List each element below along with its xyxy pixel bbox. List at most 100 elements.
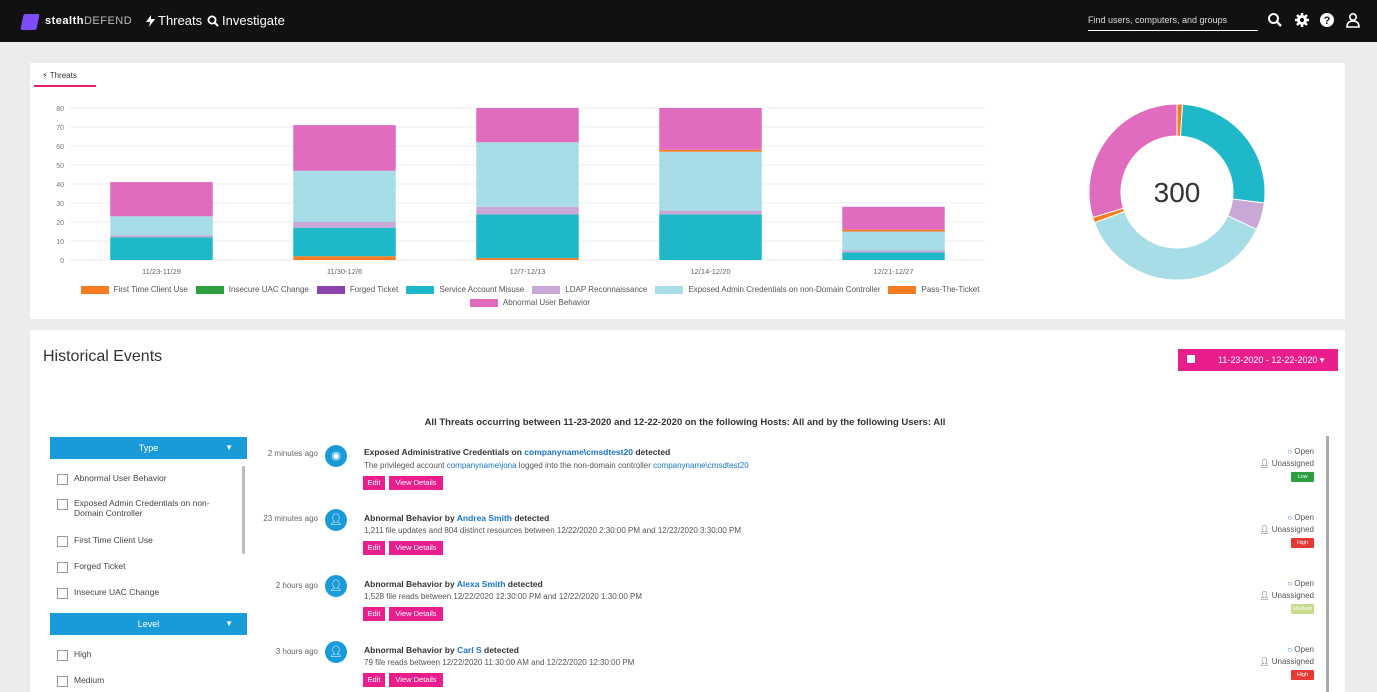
event-title-suffix: detected (632, 447, 671, 457)
status-label: Open (1294, 447, 1314, 456)
legend-label: Service Account Misuse (439, 285, 525, 294)
legend-label: Forged Ticket (349, 285, 399, 294)
filter-type-item[interactable]: Forged Ticket (57, 561, 126, 573)
view-details-button[interactable]: View Details (389, 607, 443, 621)
view-details-button[interactable]: View Details (389, 541, 443, 555)
assignee-label[interactable]: Unassigned (1272, 657, 1314, 666)
checkbox[interactable] (57, 562, 68, 573)
filter-type-item[interactable]: First Time Client Use (57, 535, 153, 547)
checkbox[interactable] (57, 474, 68, 485)
lightning-icon (146, 14, 155, 27)
event-account-link[interactable]: companyname\jona (447, 461, 517, 470)
filter-item-label: Exposed Admin Credentials on non-Domain … (74, 498, 210, 518)
tab-threats[interactable]: ⚡︎ Threats (34, 69, 96, 87)
donut-slice[interactable] (1093, 210, 1258, 281)
global-search-input[interactable] (1088, 11, 1256, 29)
date-range-picker-button[interactable]: 11-23-2020 - 12-22-2020 ▾ (1178, 349, 1338, 371)
threats-bar-chart: 0 10 20 30 40 50 60 70 80 11/23-11/29 11/30-12/6 12… (56, 106, 985, 276)
legend-item[interactable]: LDAP Reconnaissance (532, 285, 647, 294)
legend-item[interactable]: Exposed Admin Credentials on non-Domain … (655, 285, 880, 294)
event-host-link[interactable]: companyname\cmsdtest20 (653, 461, 749, 470)
brand-name[interactable]: stealthDEFEND (45, 15, 132, 27)
legend-item[interactable]: Pass-The-Ticket (888, 285, 979, 294)
edit-button[interactable]: Edit (363, 541, 385, 555)
bar-segment (842, 252, 945, 260)
events-filter-summary: All Threats occurring between 11-23-2020… (424, 417, 946, 428)
bar-segment (842, 231, 945, 251)
gear-icon[interactable] (1294, 12, 1310, 28)
bar-segment (293, 227, 396, 257)
bar-segment (293, 222, 396, 228)
caret-down-icon: ▼ (225, 619, 233, 628)
filter-level-item[interactable]: Medium (57, 675, 104, 687)
x-tick-label: 12/7-12/13 (510, 267, 546, 276)
legend-swatch (195, 285, 224, 294)
search-icon[interactable] (1267, 12, 1283, 28)
legend-item[interactable]: First Time Client Use (80, 285, 188, 294)
legend-item[interactable]: Abnormal User Behavior (469, 298, 590, 307)
filter-type-header[interactable]: Type ▼ (50, 437, 247, 459)
stealthdefend-logo-icon[interactable] (20, 14, 40, 30)
legend-label: LDAP Reconnaissance (565, 285, 648, 294)
nav-threats[interactable]: Threats (146, 13, 202, 28)
legend-swatch (316, 285, 345, 294)
filter-level-header[interactable]: Level ▼ (50, 613, 247, 635)
view-details-button[interactable]: View Details (389, 476, 443, 490)
nav-investigate[interactable]: Investigate (207, 13, 285, 28)
y-tick-label: 70 (56, 125, 64, 132)
bar-segment (476, 142, 579, 207)
checkbox[interactable] (57, 650, 68, 661)
event-title-suffix: detected (505, 579, 543, 589)
edit-button[interactable]: Edit (363, 607, 385, 621)
filter-type-item[interactable]: Insecure UAC Change (57, 587, 159, 599)
assignee-label[interactable]: Unassigned (1272, 459, 1314, 468)
filter-scrollbar[interactable] (242, 466, 245, 554)
user-profile-icon[interactable] (1345, 12, 1361, 28)
severity-badge: Medium (1291, 604, 1314, 614)
calendar-icon (1187, 355, 1195, 363)
filter-type-item[interactable]: Abnormal User Behavior (57, 473, 167, 485)
global-search (1088, 10, 1258, 31)
event-user-link[interactable]: Andrea Smith (457, 513, 512, 523)
event-title: Exposed Administrative Credentials on co… (364, 447, 670, 457)
user-icon: 👤︎ (1259, 591, 1270, 600)
checkbox[interactable] (57, 499, 68, 510)
legend-swatch (469, 298, 498, 307)
bar-segment (476, 214, 579, 259)
event-user-link[interactable]: Carl S (457, 645, 482, 655)
bar-segment (476, 108, 579, 143)
status-label: Open (1294, 579, 1314, 588)
credential-alert-icon: ◉ (325, 445, 347, 467)
filter-level-item[interactable]: High (57, 649, 91, 661)
event-user-link[interactable]: Alexa Smith (457, 579, 506, 589)
legend-item[interactable]: Service Account Misuse (406, 285, 524, 294)
filter-item-label: Medium (74, 675, 105, 685)
event-title-text: Exposed Administrative Credentials on (364, 447, 525, 457)
event-time: 2 hours ago (275, 581, 318, 590)
filter-item-label: High (74, 649, 92, 659)
event-status: ○ Open 👤︎ Unassigned Medium (1259, 578, 1314, 614)
help-icon[interactable]: ? (1319, 12, 1335, 28)
checkbox[interactable] (57, 676, 68, 687)
bar-segment (476, 258, 579, 260)
checkbox[interactable] (57, 588, 68, 599)
edit-button[interactable]: Edit (363, 673, 385, 687)
x-tick-label: 12/14-12/20 (690, 267, 730, 276)
legend-item[interactable]: Insecure UAC Change (195, 285, 309, 294)
edit-button[interactable]: Edit (363, 476, 385, 490)
event-title: Abnormal Behavior by Carl S detected (364, 645, 519, 655)
filter-type-item[interactable]: Exposed Admin Credentials on non-Domain … (57, 498, 232, 518)
user-alert-icon: 👤︎ (325, 509, 347, 531)
filter-item-label: Abnormal User Behavior (74, 473, 167, 483)
assignee-label[interactable]: Unassigned (1272, 591, 1314, 600)
legend-swatch (888, 285, 917, 294)
event-host-link[interactable]: companyname\cmsdtest20 (524, 447, 633, 457)
events-scrollbar[interactable] (1326, 436, 1329, 692)
donut-total-label: 300 (1154, 177, 1201, 208)
bar-segment (110, 216, 213, 236)
assignee-label[interactable]: Unassigned (1272, 525, 1314, 534)
legend-item[interactable]: Forged Ticket (316, 285, 399, 294)
view-details-button[interactable]: View Details (389, 673, 443, 687)
checkbox[interactable] (57, 536, 68, 547)
event-desc-text: logged into the non-domain controller (516, 461, 654, 470)
